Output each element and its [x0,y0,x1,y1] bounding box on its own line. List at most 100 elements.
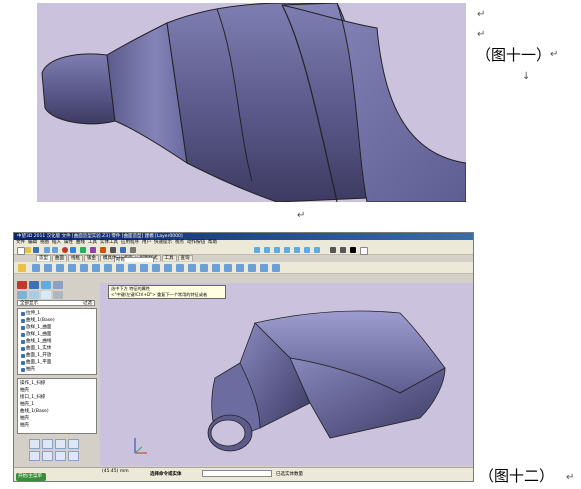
tab-wireframe[interactable]: 线框 [68,255,83,261]
start-menu-button[interactable]: 开始/主菜单 [16,473,46,481]
color-picker-icon[interactable] [360,247,368,255]
delete-icon[interactable] [55,451,66,461]
boolean-icon[interactable] [152,264,160,272]
pan-icon[interactable] [294,247,300,253]
rib-icon[interactable] [140,264,148,272]
3d-viewport[interactable]: 选中下方 特征的属性 <"中键/左键/Ctrl+D"> 重复下一个常用的特征或者 [100,283,473,466]
attribute-icon[interactable] [41,291,51,299]
command-input[interactable] [202,470,272,477]
sketch-icon[interactable] [18,264,26,272]
edit-icon[interactable] [29,451,40,461]
extrude-icon[interactable] [32,264,40,272]
tree-item[interactable]: 曲面_1_平面 [21,360,51,366]
arrow-down-icon[interactable] [42,439,53,449]
color-swatch-icon[interactable] [350,247,356,253]
green-arrow-icon[interactable] [80,247,86,253]
chamfer-icon[interactable] [104,264,112,272]
filter-button[interactable]: 过滤 [83,301,92,306]
shell-icon[interactable] [80,264,88,272]
command-item[interactable]: 接口_1_扫掠 [20,395,45,401]
selection-count: 已选实体数量 [276,472,303,477]
layer-icon[interactable] [53,281,63,289]
draft-icon[interactable] [116,264,124,272]
tree-item[interactable]: 放样_1_曲面 [21,332,51,338]
history-icon[interactable] [17,281,27,289]
tab-sheetmetal[interactable]: 钣金 [84,255,99,261]
save-icon[interactable] [33,247,39,253]
fit-icon[interactable] [314,247,320,253]
paragraph-mark: ↵ [550,49,559,60]
paragraph-mark: ↵ [566,472,575,483]
tree-item[interactable]: 放样_1_曲面 [21,325,51,331]
fillet-icon[interactable] [92,264,100,272]
tab-modeling[interactable]: 造型 [36,255,51,261]
tab-tools[interactable]: 工具 [161,255,177,261]
command-item[interactable]: 抽壳 [20,388,29,394]
command-item[interactable]: 抽壳 [20,423,29,429]
layer-icon[interactable] [120,247,126,253]
refresh-icon[interactable] [68,451,79,461]
cad-application-window: 中望3D 2011 汉化版 文件 [曲面造型实验.Z3] 零件 [曲面造型] 建… [13,232,474,482]
tree-item[interactable]: 曲面_1_实体 [21,346,51,352]
redo-icon[interactable] [52,247,58,253]
loft-icon[interactable] [68,264,76,272]
command-item[interactable]: 曲线_1(Base) [20,409,49,415]
command-item[interactable]: 抽壳 [20,416,29,422]
tree-item[interactable]: 抽壳 [21,367,35,373]
revolve-icon[interactable] [44,264,52,272]
zoom-icon[interactable] [284,247,290,253]
offset-icon[interactable] [248,264,256,272]
filter-icon[interactable] [110,247,116,253]
feature-icon [21,368,25,372]
view-icon[interactable] [70,247,76,253]
tab-query[interactable]: 查询 [177,255,193,261]
history-tree: 拉伸_1 曲线_1(Base) 放样_1_曲面 放样_1_曲面 曲线_1_曲线 … [17,308,97,375]
tree-item[interactable]: 曲线_1_曲线 [21,339,51,345]
open-folder-icon[interactable] [25,247,31,253]
history-filter-input[interactable]: 全部显示 过滤 [17,300,95,306]
settings-icon[interactable] [53,291,63,299]
split-icon[interactable] [212,264,220,272]
tab-surface[interactable]: 曲面 [52,255,67,261]
part-icon[interactable] [41,281,51,289]
arrow-left-icon[interactable] [55,439,66,449]
feature-icon [21,319,25,323]
mirror-icon[interactable] [176,264,184,272]
wireframe-icon[interactable] [264,247,270,253]
arrow-up-icon[interactable] [29,439,40,449]
tree-item[interactable]: 曲线_1(Base) [21,318,55,324]
command-item[interactable]: 操作_1_扫掠 [20,381,45,387]
arrow-right-icon[interactable] [68,439,79,449]
filter-text: 全部显示 [20,301,38,306]
cursor-coordinates: (45.45) mm [102,469,129,474]
rotate-icon[interactable] [304,247,310,253]
move-icon[interactable] [188,264,196,272]
pattern-icon[interactable] [164,264,172,272]
more-icon[interactable] [272,264,280,272]
display-icon[interactable] [330,247,336,253]
assembly-icon[interactable] [29,281,39,289]
copy-icon[interactable] [42,451,53,461]
grid-icon[interactable] [130,247,136,253]
undo-icon[interactable] [44,247,50,253]
thicken-icon[interactable] [260,264,268,272]
stop-icon[interactable] [62,247,68,253]
command-item[interactable]: 抽壳_1 [20,402,34,408]
view-icon[interactable] [17,291,27,299]
sweep-icon[interactable] [56,264,64,272]
filter-icon[interactable] [29,291,39,299]
scale-icon[interactable] [200,264,208,272]
tree-item[interactable]: 拉伸_1 [21,311,40,317]
hole-icon[interactable] [128,264,136,272]
shade-icon[interactable] [254,247,260,253]
paragraph-mark: ↵ [477,29,486,40]
lights-icon[interactable] [340,247,346,253]
feature-icon [21,326,25,330]
measure-icon[interactable] [100,247,106,253]
tool-icon[interactable] [90,247,96,253]
hidden-line-icon[interactable] [274,247,280,253]
tree-item[interactable]: 曲面_1_开放 [21,353,51,359]
trim-icon[interactable] [224,264,232,272]
new-file-icon[interactable] [17,247,25,255]
face-icon[interactable] [236,264,244,272]
